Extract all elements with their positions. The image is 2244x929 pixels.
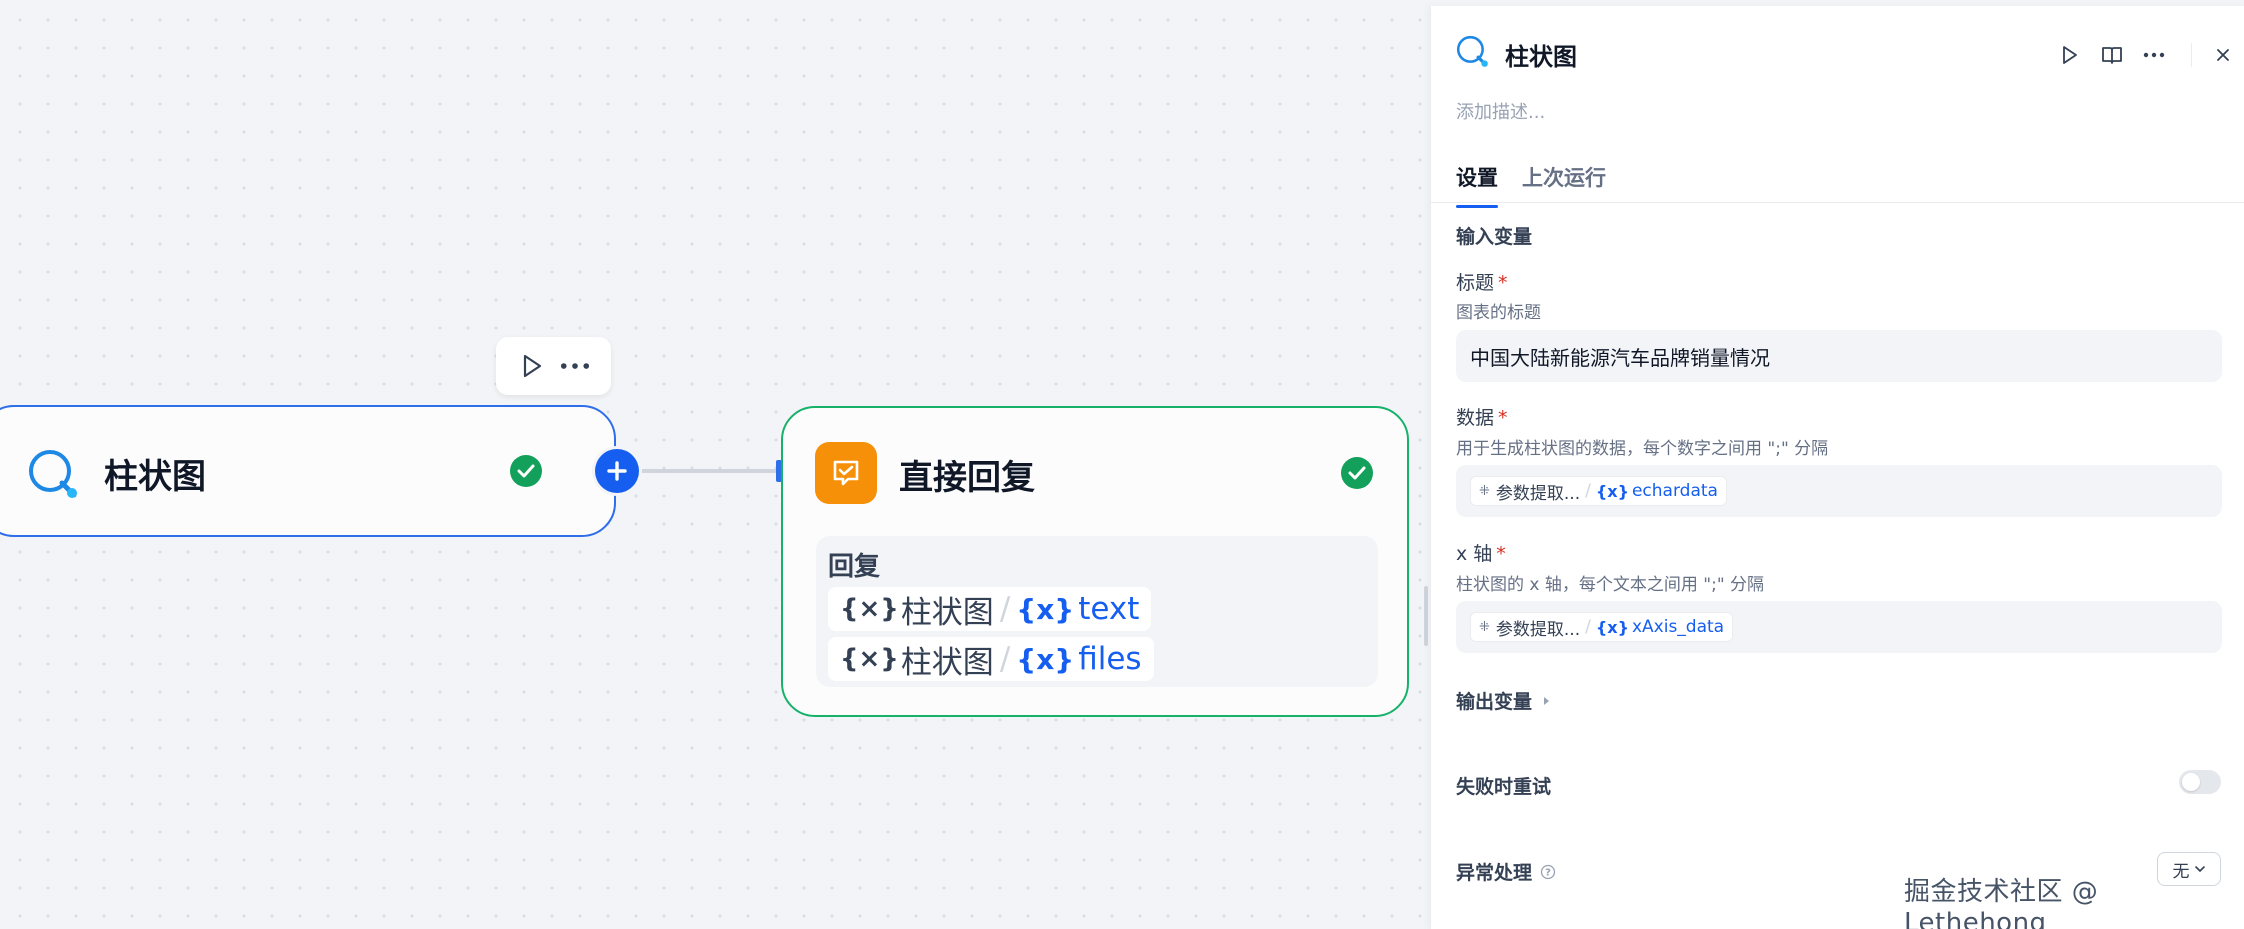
- panel-resize-handle[interactable]: [1424, 586, 1428, 646]
- variable-icon: {x}: [1595, 617, 1629, 637]
- node-settings-panel: 柱状图 添加描述... 设置 上次运行 输入变量 标题 * 图表的标题 中国大陆新…: [1430, 6, 2244, 929]
- field-desc-title: 图表的标题: [1456, 303, 1541, 323]
- tab-last-run[interactable]: 上次运行: [1522, 158, 1606, 208]
- bar-chart-node[interactable]: 柱状图: [0, 405, 616, 537]
- retry-toggle[interactable]: [2179, 770, 2221, 794]
- retry-on-failure-label: 失败时重试: [1456, 776, 1552, 798]
- parameter-extractor-icon: ⁜: [1479, 483, 1490, 499]
- plus-icon: [607, 461, 627, 481]
- field-desc-data: 用于生成柱状图的数据，每个数字之间用 ";" 分隔: [1456, 439, 1829, 459]
- input-variables-heading: 输入变量: [1456, 226, 1533, 248]
- reply-label: 回复: [828, 552, 881, 582]
- panel-tabs: 设置 上次运行: [1456, 158, 1630, 208]
- field-label-title: 标题 *: [1456, 272, 1508, 294]
- variable-reference-chip[interactable]: ⁜ 参数提取... / {x} echardata: [1470, 476, 1727, 506]
- reply-icon: [815, 442, 877, 504]
- more-icon[interactable]: [560, 351, 590, 381]
- output-variables-toggle[interactable]: 输出变量: [1456, 687, 1552, 714]
- workflow-canvas[interactable]: 柱状图 直接回复 回复 {×} 柱状图 / {x} text {×} 柱状图 /…: [0, 0, 1430, 929]
- node-title: 直接回复: [899, 458, 1035, 498]
- book-icon[interactable]: [2091, 38, 2133, 72]
- description-input[interactable]: 添加描述...: [1456, 98, 1545, 124]
- variable-icon: {x}: [1016, 642, 1075, 676]
- variable-icon: {×}: [840, 594, 899, 624]
- parameter-extractor-icon: ⁜: [1479, 619, 1490, 635]
- title-input[interactable]: 中国大陆新能源汽车品牌销量情况: [1456, 330, 2222, 382]
- success-check-icon: [1341, 457, 1373, 489]
- more-icon[interactable]: [2133, 38, 2175, 72]
- add-node-button[interactable]: [595, 449, 639, 493]
- variable-reference-chip[interactable]: ⁜ 参数提取... / {x} xAxis_data: [1470, 612, 1734, 642]
- tab-settings[interactable]: 设置: [1456, 158, 1498, 208]
- field-label-xaxis: x 轴 *: [1456, 543, 1506, 565]
- xaxis-input[interactable]: ⁜ 参数提取... / {x} xAxis_data: [1456, 601, 2222, 653]
- field-desc-xaxis: 柱状图的 x 轴，每个文本之间用 ";" 分隔: [1456, 575, 1765, 595]
- error-handling-label: 异常处理 ?: [1456, 858, 1556, 885]
- variable-chip: {×} 柱状图 / {x} files: [828, 637, 1154, 681]
- caret-right-icon: [1544, 696, 1550, 705]
- close-icon[interactable]: [2202, 38, 2244, 72]
- connection-edge: [637, 469, 780, 473]
- node-title: 柱状图: [104, 457, 206, 497]
- variable-icon: {x}: [1016, 592, 1075, 626]
- variable-chip: {×} 柱状图 / {x} text: [828, 587, 1152, 631]
- play-icon[interactable]: [517, 351, 547, 381]
- variable-icon: {×}: [840, 644, 899, 674]
- divider: [1431, 202, 2244, 203]
- chart-tool-icon: [1455, 34, 1491, 70]
- direct-reply-node[interactable]: 直接回复 回复 {×} 柱状图 / {x} text {×} 柱状图 / {x}…: [781, 406, 1409, 717]
- panel-header: 柱状图: [1455, 30, 2244, 80]
- chart-tool-icon: [26, 447, 82, 503]
- reply-content: 回复 {×} 柱状图 / {x} text {×} 柱状图 / {x} file…: [816, 536, 1378, 687]
- run-icon[interactable]: [2049, 38, 2091, 72]
- svg-text:?: ?: [1545, 867, 1551, 878]
- panel-title[interactable]: 柱状图: [1505, 37, 1577, 72]
- help-icon[interactable]: ?: [1540, 864, 1556, 880]
- node-toolbar: [496, 337, 611, 395]
- success-check-icon: [510, 455, 542, 487]
- variable-icon: {x}: [1595, 481, 1629, 501]
- data-input[interactable]: ⁜ 参数提取... / {x} echardata: [1456, 465, 2222, 517]
- watermark: 掘金技术社区 @ Lethehong: [1904, 877, 2099, 929]
- divider: [2191, 43, 2192, 67]
- field-label-data: 数据 *: [1456, 407, 1508, 429]
